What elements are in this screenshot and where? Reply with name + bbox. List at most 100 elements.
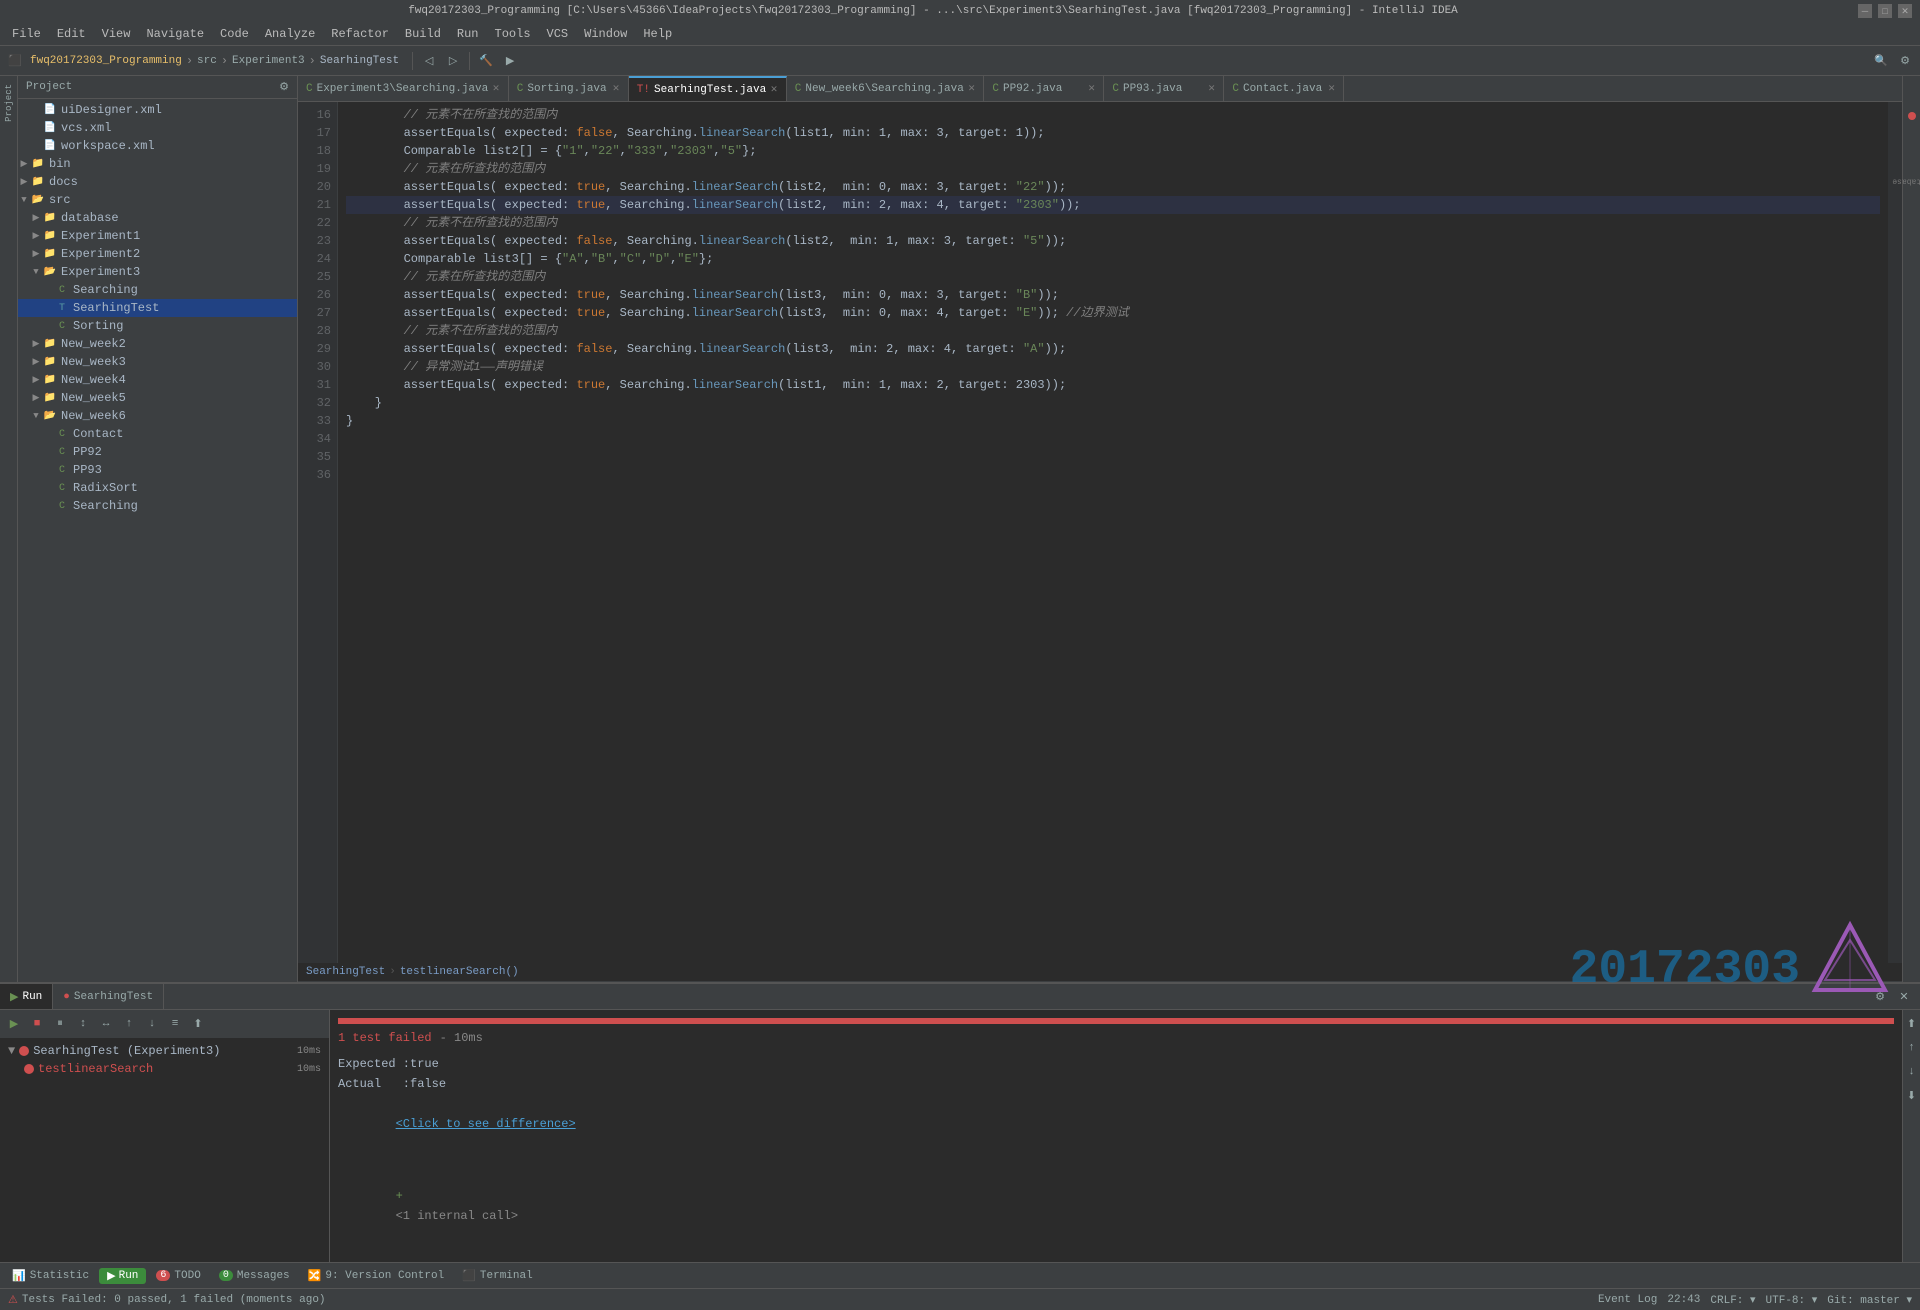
- menu-view[interactable]: View: [94, 25, 139, 43]
- tree-item-database[interactable]: ▶ 📁 database: [18, 209, 297, 227]
- btb-vcs[interactable]: 🔀 9: Version Control: [300, 1267, 453, 1285]
- prev-fail-btn[interactable]: ↑: [119, 1014, 139, 1034]
- tree-item-newweek3[interactable]: ▶ 📁 New_week3: [18, 353, 297, 371]
- expand-btn[interactable]: ↕: [73, 1014, 93, 1034]
- tab-contact[interactable]: C Contact.java ✕: [1224, 76, 1344, 101]
- tree-item-searching[interactable]: C Searching: [18, 281, 297, 299]
- tab-newweek6-searching[interactable]: C New_week6\Searching.java ✕: [787, 76, 985, 101]
- menu-file[interactable]: File: [4, 25, 49, 43]
- test-item-testlinearsearch[interactable]: testlinearSearch 10ms: [4, 1060, 325, 1078]
- menu-refactor[interactable]: Refactor: [323, 25, 397, 43]
- btb-terminal[interactable]: ⬛ Terminal: [454, 1267, 541, 1285]
- tab-pp93[interactable]: C PP93.java ✕: [1104, 76, 1224, 101]
- scroll-bottom-btn[interactable]: ⬇: [1902, 1086, 1920, 1106]
- tree-item-experiment2[interactable]: ▶ 📁 Experiment2: [18, 245, 297, 263]
- tree-item-radixsort[interactable]: C RadixSort: [18, 479, 297, 497]
- code-editor[interactable]: 16 17 18 19 20 21 22 23 24 25 26 27 28 2…: [298, 102, 1902, 963]
- tree-item-src[interactable]: ▼ 📂 src: [18, 191, 297, 209]
- tree-item-docs[interactable]: ▶ 📁 docs: [18, 173, 297, 191]
- tree-item-pp93[interactable]: C PP93: [18, 461, 297, 479]
- tree-item-pp92[interactable]: C PP92: [18, 443, 297, 461]
- code-content[interactable]: // 元素不在所查找的范围内 assertEquals( expected: f…: [338, 102, 1888, 963]
- btb-todo[interactable]: 6 TODO: [148, 1268, 208, 1284]
- tab-close[interactable]: ✕: [968, 84, 976, 94]
- tab-close[interactable]: ✕: [492, 84, 500, 94]
- tree-item-newweek5[interactable]: ▶ 📁 New_week5: [18, 389, 297, 407]
- status-bar: ⚠ Tests Failed: 0 passed, 1 failed (mome…: [0, 1288, 1920, 1310]
- menu-vcs[interactable]: VCS: [539, 25, 577, 43]
- tree-item-newweek6[interactable]: ▼ 📂 New_week6: [18, 407, 297, 425]
- project-panel-icon[interactable]: Project: [2, 80, 16, 126]
- menu-tools[interactable]: Tools: [487, 25, 539, 43]
- pause-btn[interactable]: ⏸: [50, 1014, 70, 1034]
- status-position[interactable]: 22:43: [1667, 1294, 1700, 1306]
- tree-item-experiment1[interactable]: ▶ 📁 Experiment1: [18, 227, 297, 245]
- menu-code[interactable]: Code: [212, 25, 257, 43]
- sort-btn[interactable]: ≡: [165, 1014, 185, 1034]
- menu-build[interactable]: Build: [397, 25, 449, 43]
- tree-item-searhingtест[interactable]: T SearhingTest: [18, 299, 297, 317]
- run-close-btn[interactable]: ✕: [1894, 987, 1914, 1007]
- minimize-button[interactable]: ─: [1858, 4, 1872, 18]
- tree-item-newweek4[interactable]: ▶ 📁 New_week4: [18, 371, 297, 389]
- btb-run[interactable]: ▶ Run: [99, 1268, 146, 1284]
- forward-icon[interactable]: ▷: [442, 50, 464, 72]
- stop-btn[interactable]: ■: [27, 1014, 47, 1034]
- tree-label: PP93: [73, 463, 102, 477]
- tab-close[interactable]: ✕: [612, 84, 620, 94]
- btb-messages[interactable]: 0 Messages: [211, 1268, 298, 1284]
- search-everywhere-icon[interactable]: 🔍: [1870, 50, 1892, 72]
- menu-navigate[interactable]: Navigate: [138, 25, 212, 43]
- menu-run[interactable]: Run: [449, 25, 487, 43]
- menu-window[interactable]: Window: [576, 25, 635, 43]
- tab-close[interactable]: ✕: [1088, 84, 1096, 94]
- run-tab-run[interactable]: ▶ Run: [0, 984, 53, 1009]
- export-btn[interactable]: ⬆: [188, 1014, 208, 1034]
- tree-item-workspace[interactable]: 📄 workspace.xml: [18, 137, 297, 155]
- menu-analyze[interactable]: Analyze: [257, 25, 323, 43]
- expand-icon1[interactable]: +: [396, 1189, 403, 1203]
- menu-edit[interactable]: Edit: [49, 25, 94, 43]
- close-button[interactable]: ✕: [1898, 4, 1912, 18]
- tab-pp92[interactable]: C PP92.java ✕: [984, 76, 1104, 101]
- window-controls[interactable]: ─ □ ✕: [1858, 4, 1912, 18]
- test-item-searhing[interactable]: ▼ SearhingTest (Experiment3) 10ms: [4, 1042, 325, 1060]
- tab-searching-exp3[interactable]: C Experiment3\Searching.java ✕: [298, 76, 509, 101]
- sidebar-options[interactable]: ⚙: [279, 80, 289, 94]
- status-crlf[interactable]: CRLF: ▾: [1710, 1293, 1755, 1307]
- tree-item-experiment3[interactable]: ▼ 📂 Experiment3: [18, 263, 297, 281]
- tree-item-sorting[interactable]: C Sorting: [18, 317, 297, 335]
- scroll-down-btn[interactable]: ↓: [1902, 1062, 1920, 1082]
- collapse-btn[interactable]: ↔: [96, 1014, 116, 1034]
- tree-item-vcs[interactable]: 📄 vcs.xml: [18, 119, 297, 137]
- tree-item-newweek2[interactable]: ▶ 📁 New_week2: [18, 335, 297, 353]
- database-icon[interactable]: Database: [1892, 177, 1920, 186]
- next-fail-btn[interactable]: ↓: [142, 1014, 162, 1034]
- tab-sorting[interactable]: C Sorting.java ✕: [509, 76, 629, 101]
- run-config-icon[interactable]: ▶: [499, 50, 521, 72]
- maximize-button[interactable]: □: [1878, 4, 1892, 18]
- output-diff-link[interactable]: <Click to see difference>: [338, 1094, 1894, 1154]
- settings-icon[interactable]: ⚙: [1894, 50, 1916, 72]
- back-icon[interactable]: ◁: [418, 50, 440, 72]
- tab-close[interactable]: ✕: [1208, 84, 1216, 94]
- rerun-btn[interactable]: ▶: [4, 1014, 24, 1034]
- status-git[interactable]: Git: master ▾: [1827, 1293, 1912, 1307]
- build-icon[interactable]: 🔨: [475, 50, 497, 72]
- menu-help[interactable]: Help: [635, 25, 680, 43]
- tree-item-searching2[interactable]: C Searching: [18, 497, 297, 515]
- tab-close[interactable]: ✕: [1328, 84, 1336, 94]
- tree-item-uiDesigner[interactable]: 📄 uiDesigner.xml: [18, 101, 297, 119]
- status-utf8[interactable]: UTF-8: ▾: [1766, 1293, 1818, 1307]
- scroll-up-btn[interactable]: ↑: [1902, 1038, 1920, 1058]
- tree-item-bin[interactable]: ▶ 📁 bin: [18, 155, 297, 173]
- tree-item-contact[interactable]: C Contact: [18, 425, 297, 443]
- tree-label: src: [49, 193, 71, 207]
- status-event-log[interactable]: Event Log: [1598, 1294, 1657, 1306]
- run-tab-searhing[interactable]: ● SearhingTest: [53, 984, 164, 1009]
- scroll-top-btn[interactable]: ⬆: [1902, 1014, 1920, 1034]
- tab-searhingtест-active[interactable]: T! SearhingTest.java ✕: [629, 76, 787, 101]
- code-line-16: // 元素不在所查找的范围内: [346, 106, 1880, 124]
- btb-statistic[interactable]: 📊 Statistic: [4, 1267, 97, 1285]
- tab-close[interactable]: ✕: [770, 85, 778, 95]
